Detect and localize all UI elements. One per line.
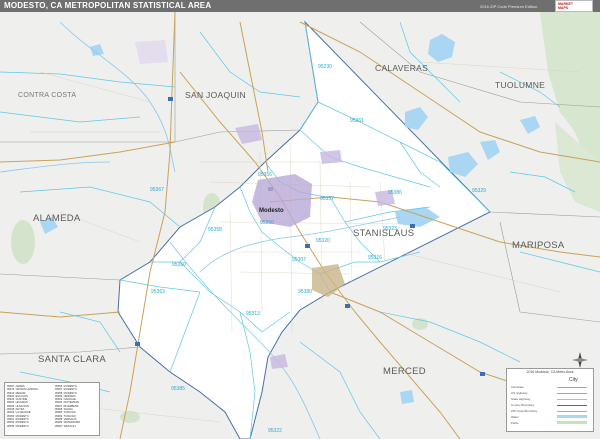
lake (400, 390, 414, 404)
zip-table-column-2: 95356 MODESTO 95357 MODESTO 95358 MODEST… (55, 385, 81, 428)
urban-area (320, 150, 342, 164)
legend-swatch (557, 411, 587, 412)
map-title: MODESTO, CA METROPOLITAN STATISTICAL ARE… (4, 1, 212, 10)
legend-row: County Boundary (511, 403, 535, 407)
county-label-mariposa: MARIPOSA (512, 240, 565, 251)
zip-label: 95320 (316, 238, 330, 244)
map-legend: 2016 Modesto, CA Metro Area City Interst… (506, 368, 594, 432)
zip-label: 95361 (350, 118, 364, 124)
county-label-santa-clara: SANTA CLARA (38, 354, 107, 365)
legend-row: Water (511, 415, 519, 419)
legend-city-label: City (569, 377, 578, 383)
zip-label: 95363 (151, 289, 165, 295)
legend-row: State Highway (511, 397, 531, 401)
urban-area (135, 40, 168, 64)
legend-swatch (557, 405, 587, 406)
park-area (11, 220, 35, 264)
legend-row: ZIP Code Boundary (511, 409, 538, 413)
legend-swatch (557, 415, 587, 418)
county-label-merced: MERCED (383, 366, 426, 377)
legend-swatch (557, 399, 587, 400)
publisher-logo: MARKET MAPS (555, 0, 593, 12)
zip-label: 95358 (208, 227, 222, 233)
zip-label: 95307 (292, 257, 306, 263)
legend-swatch (557, 387, 587, 388)
zip-label: 95367 (150, 187, 164, 193)
zip-label: 95313 (246, 311, 260, 317)
zip-label: 95322 (268, 428, 282, 434)
county-label-alameda: ALAMEDA (33, 213, 81, 224)
legend-title: 2016 Modesto, CA Metro Area (526, 370, 574, 374)
zip-label: 95357 (320, 196, 334, 202)
edition-note: 2016 ZIP Code Premium Edition (480, 4, 538, 9)
legend-row: US Highway (511, 391, 528, 395)
zip-code-table: 95307 CERES 95313 CROWS LANDING 95316 DE… (4, 382, 100, 436)
legend-row: Parks (511, 421, 519, 425)
title-bar: MODESTO, CA METROPOLITAN STATISTICAL ARE… (0, 0, 600, 12)
map-frame: MODESTO, CA METROPOLITAN STATISTICAL ARE… (0, 0, 600, 439)
county-label-tuolumne: TUOLUMNE (495, 80, 546, 90)
zip-label: 95323 (383, 226, 397, 232)
legend-swatch (557, 421, 587, 424)
zip-label: 95329 (472, 188, 486, 194)
legend-row: Interstate (511, 385, 524, 389)
compass-icon (572, 352, 588, 368)
county-label-contra-costa: CONTRA COSTA (18, 92, 77, 99)
county-label-san-joaquin: SAN JOAQUIN (185, 90, 246, 100)
legend-swatch (557, 393, 587, 394)
zip-label: 95230 (318, 64, 332, 70)
zip-label: 95385 (171, 386, 185, 392)
publisher-line-2: MAPS (558, 6, 569, 10)
city-label-modesto: Modesto (259, 208, 284, 214)
zip-label: 95316 (368, 255, 382, 261)
zip-table-column-1: 95307 CERES 95313 CROWS LANDING 95316 DE… (7, 385, 38, 428)
zip-label: 95356 (258, 172, 272, 178)
county-label-calaveras: CALAVERAS (375, 63, 429, 73)
zip-label: 95350 (260, 220, 274, 226)
zip-label: 95360 (172, 262, 186, 268)
zip-label: 95380 (298, 289, 312, 295)
zip-label: 95386 (388, 190, 402, 196)
